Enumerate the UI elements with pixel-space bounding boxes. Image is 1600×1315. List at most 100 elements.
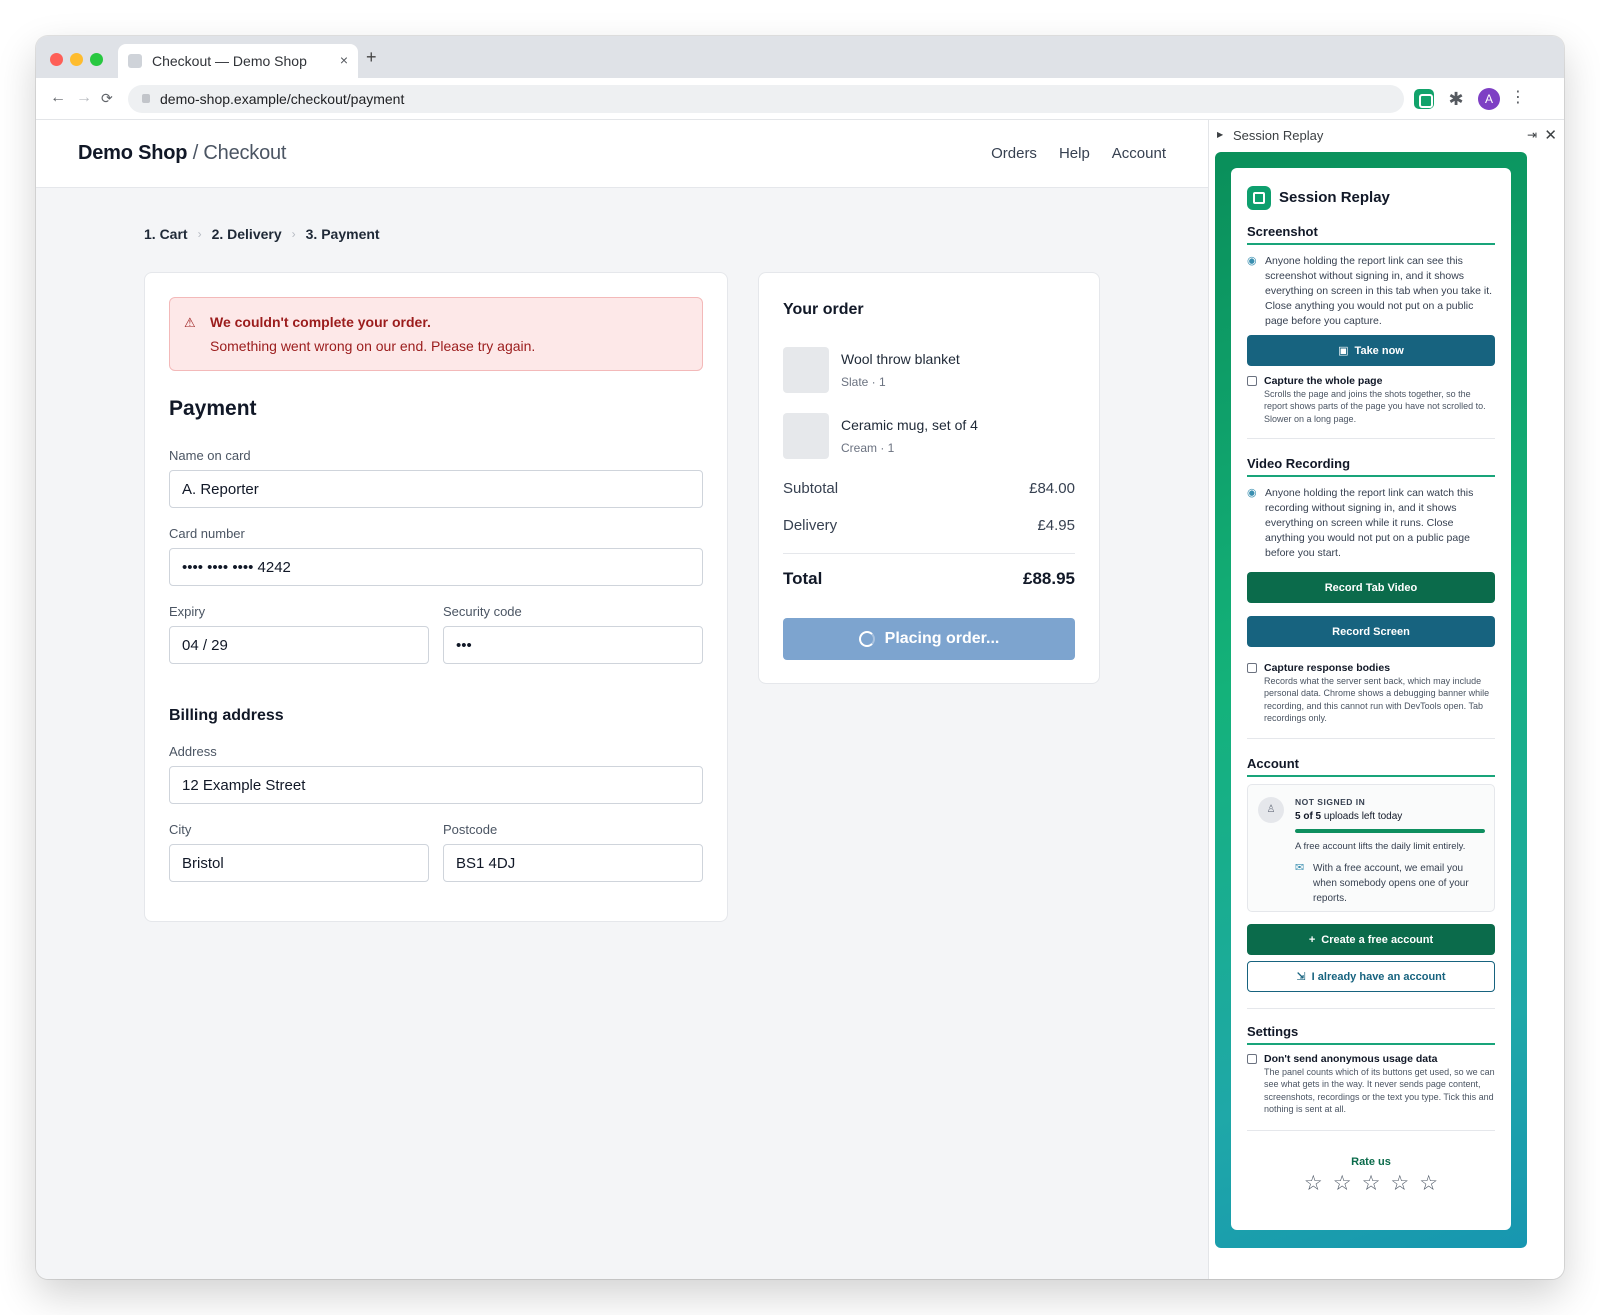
security-code-label: Security code [443, 604, 522, 619]
item-thumbnail [783, 347, 829, 393]
close-window-button[interactable] [50, 53, 63, 66]
step-delivery[interactable]: 2. Delivery [212, 226, 282, 242]
quota-progress-fill [1295, 829, 1485, 833]
city-input[interactable]: Bristol [169, 844, 429, 882]
sign-in-label: I already have an account [1311, 970, 1446, 983]
chevron-right-icon: › [291, 227, 296, 241]
step-cart[interactable]: 1. Cart [144, 226, 188, 242]
record-tab-video-button[interactable]: Record Tab Video [1247, 572, 1495, 603]
panel-title: Session Replay [1279, 189, 1390, 206]
item-name: Wool throw blanket [841, 351, 960, 367]
take-now-label: Take now [1354, 344, 1404, 357]
postcode-input[interactable]: BS1 4DJ [443, 844, 703, 882]
side-panel-title: Session Replay [1233, 128, 1324, 143]
postcode-label: Postcode [443, 822, 498, 837]
reload-icon[interactable]: ⟳ [101, 89, 113, 107]
pin-icon[interactable]: ⇥ [1527, 128, 1537, 142]
session-replay-logo-icon [1247, 186, 1271, 210]
take-now-button[interactable]: ▣ Take now [1247, 335, 1495, 366]
star-icon[interactable]: ☆ [1362, 1173, 1381, 1195]
star-icon[interactable]: ☆ [1304, 1173, 1323, 1195]
extensions-puzzle-icon[interactable]: ✱ [1446, 89, 1466, 109]
eye-icon: ◉ [1247, 255, 1257, 267]
subtotal-label: Subtotal [783, 480, 839, 497]
browser-side-panel: ▶ Session Replay ⇥ ✕ Session Replay Scre… [1208, 120, 1564, 1279]
sign-in-icon: ⇲ [1296, 971, 1306, 983]
response-bodies-checkbox[interactable] [1247, 663, 1257, 673]
settings-heading: Settings [1247, 1024, 1495, 1045]
plus-icon: + [1308, 933, 1316, 946]
delivery-row: Delivery £4.95 [783, 517, 1075, 534]
site-brand[interactable]: Demo Shop / Checkout [78, 142, 286, 165]
capture-response-bodies-option[interactable]: Capture response bodies Records what the… [1247, 662, 1495, 725]
create-free-account-button[interactable]: + Create a free account [1247, 924, 1495, 955]
email-benefit-note: ✉ With a free account, we email you when… [1295, 861, 1485, 906]
site-header: Demo Shop / Checkout Orders Help Account [36, 120, 1208, 188]
minimize-window-button[interactable] [70, 53, 83, 66]
close-icon[interactable]: ✕ [1544, 126, 1557, 144]
spinner-icon [858, 631, 875, 647]
record-screen-label: Record Screen [1332, 625, 1410, 638]
back-arrow-icon[interactable]: ← [50, 89, 66, 107]
nav-account-link[interactable]: Account [1112, 145, 1166, 162]
order-summary-card: Your order Wool throw blanket Slate · 1 … [758, 272, 1100, 684]
browser-menu-icon[interactable]: ⋮ [1510, 87, 1526, 107]
whole-page-title: Capture the whole page [1264, 375, 1383, 387]
limit-lift-text: A free account lifts the daily limit ent… [1295, 841, 1466, 852]
capture-whole-page-option[interactable]: Capture the whole page Scrolls the page … [1247, 375, 1495, 425]
place-order-button[interactable]: Placing order... [783, 618, 1075, 660]
brand-name: Demo Shop [78, 142, 188, 164]
brand-section: / Checkout [192, 142, 287, 164]
star-icon[interactable]: ☆ [1419, 1173, 1438, 1195]
response-bodies-title: Capture response bodies [1264, 662, 1391, 674]
maximize-window-button[interactable] [90, 53, 103, 66]
total-row: Total £88.95 [783, 569, 1075, 589]
summary-divider [783, 553, 1075, 554]
record-screen-button[interactable]: Record Screen [1247, 616, 1495, 647]
name-on-card-label: Name on card [169, 448, 251, 463]
address-bar[interactable]: demo-shop.example/checkout/payment [128, 85, 1404, 113]
whole-page-checkbox[interactable] [1247, 376, 1257, 386]
star-icon[interactable]: ☆ [1333, 1173, 1352, 1195]
alert-title: We couldn't complete your order. [210, 314, 431, 330]
card-number-input[interactable]: •••• •••• •••• 4242 [169, 548, 703, 586]
expiry-label: Expiry [169, 604, 206, 619]
screenshot-privacy-note: ◉ Anyone holding the report link can see… [1247, 254, 1495, 329]
email-benefit-text: With a free account, we email you when s… [1313, 863, 1469, 904]
nav-help-link[interactable]: Help [1059, 145, 1090, 162]
name-on-card-input[interactable]: A. Reporter [169, 470, 703, 508]
item-name: Ceramic mug, set of 4 [841, 417, 978, 433]
address-input[interactable]: 12 Example Street [169, 766, 703, 804]
caret-right-icon[interactable]: ▶ [1217, 130, 1223, 139]
session-replay-extension-icon[interactable] [1414, 89, 1434, 109]
forward-arrow-icon[interactable]: → [76, 89, 92, 107]
tab-bar: Checkout — Demo Shop × + [36, 36, 1564, 78]
section-divider [1247, 438, 1495, 439]
video-note-text: Anyone holding the report link can watch… [1265, 487, 1474, 559]
subtotal-value: £84.00 [1029, 480, 1075, 497]
section-divider [1247, 1130, 1495, 1131]
profile-avatar[interactable]: A [1478, 88, 1500, 110]
session-replay-panel: Session Replay Screenshot ◉ Anyone holdi… [1231, 168, 1511, 1230]
nav-orders-link[interactable]: Orders [991, 145, 1037, 162]
browser-tab-checkout[interactable]: Checkout — Demo Shop × [118, 44, 358, 78]
quota-text: uploads left today [1321, 811, 1403, 822]
screenshot-note-text: Anyone holding the report link can see t… [1265, 255, 1493, 327]
url-text: demo-shop.example/checkout/payment [160, 91, 405, 107]
star-icon[interactable]: ☆ [1390, 1173, 1409, 1195]
account-heading: Account [1247, 756, 1495, 777]
chevron-right-icon: › [197, 227, 202, 241]
new-tab-button[interactable]: + [366, 48, 377, 66]
item-meta: Slate · 1 [841, 375, 886, 389]
sign-in-button[interactable]: ⇲ I already have an account [1247, 961, 1495, 992]
usage-data-checkbox[interactable] [1247, 1054, 1257, 1064]
tab-close-icon[interactable]: × [340, 52, 348, 68]
subtotal-row: Subtotal £84.00 [783, 480, 1075, 497]
usage-data-option[interactable]: Don't send anonymous usage data The pane… [1247, 1053, 1495, 1116]
error-alert: ⚠ We couldn't complete your order. Somet… [169, 297, 703, 371]
camera-icon: ▣ [1338, 345, 1349, 357]
whole-page-description: Scrolls the page and joins the shots tog… [1264, 389, 1486, 424]
favicon-icon [128, 54, 142, 68]
security-code-input[interactable]: ••• [443, 626, 703, 664]
expiry-input[interactable]: 04 / 29 [169, 626, 429, 664]
